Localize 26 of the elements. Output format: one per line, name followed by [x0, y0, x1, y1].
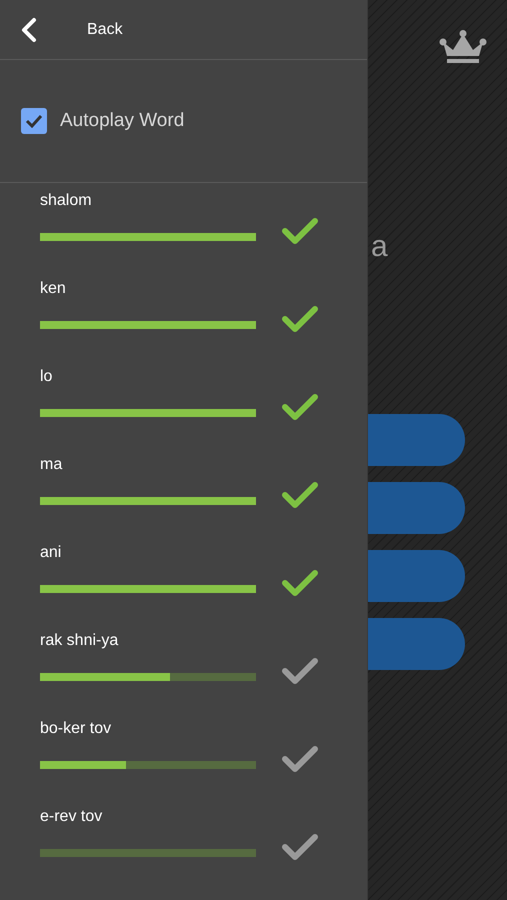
- word-label: rak shni-ya: [40, 632, 120, 650]
- menu-button[interactable]: [368, 618, 465, 670]
- word-label: shalom: [40, 192, 93, 210]
- crown-icon[interactable]: [439, 30, 487, 64]
- word-row[interactable]: ani: [0, 535, 367, 623]
- word-label: bo-ker tov: [40, 720, 112, 738]
- word-label: ken: [40, 280, 67, 298]
- menu-button[interactable]: [368, 550, 465, 602]
- menu-button[interactable]: [368, 414, 465, 466]
- title-text: a: [371, 230, 388, 264]
- autoplay-checkbox[interactable]: Autoplay Word: [21, 106, 184, 136]
- word-row[interactable]: ken: [0, 271, 367, 359]
- word-row[interactable]: bo-ker tov: [0, 711, 367, 799]
- check-icon: [25, 114, 43, 128]
- word-row[interactable]: rak shni-ya: [0, 623, 367, 711]
- menu-button[interactable]: [368, 482, 465, 534]
- word-row[interactable]: e-rev tov: [0, 799, 367, 887]
- word-row[interactable]: ma: [0, 447, 367, 535]
- word-label: ma: [40, 456, 64, 474]
- word-label: e-rev tov: [40, 808, 104, 826]
- word-label: lo: [40, 368, 54, 386]
- checkbox[interactable]: [21, 108, 47, 134]
- word-row[interactable]: shalom: [0, 183, 367, 271]
- back-button[interactable]: Back: [0, 0, 123, 60]
- word-label: ani: [40, 544, 62, 562]
- word-row[interactable]: lo: [0, 359, 367, 447]
